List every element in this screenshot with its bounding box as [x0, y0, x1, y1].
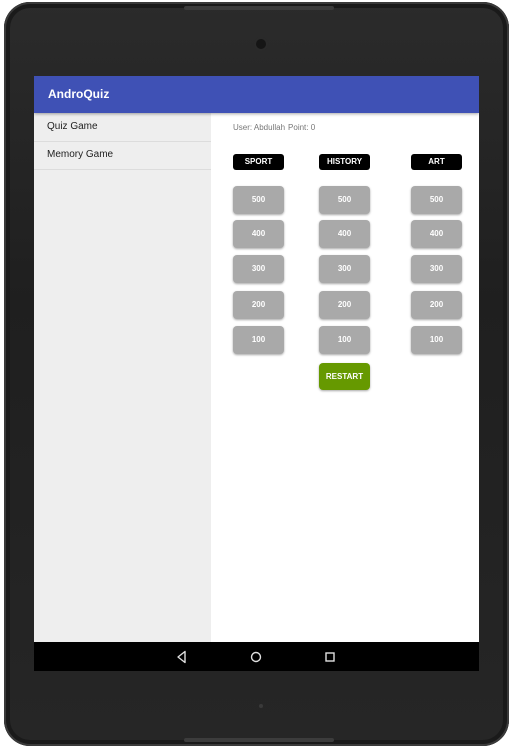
home-icon[interactable]	[248, 649, 264, 665]
nav-item-quiz-game[interactable]: Quiz Game	[34, 113, 211, 142]
quiz-board: User: Abdullah Point: 0 SPORT HISTORY ART…	[211, 113, 479, 642]
recents-icon[interactable]	[322, 649, 338, 665]
history-300-button[interactable]: 300	[319, 255, 370, 283]
user-name: User: Abdullah	[233, 123, 286, 132]
art-200-button[interactable]: 200	[411, 291, 462, 319]
sport-100-button[interactable]: 100	[233, 326, 284, 354]
device-screen: AndroQuiz Quiz Game Memory Game User: Ab…	[34, 76, 479, 671]
front-camera-icon	[256, 39, 266, 49]
art-400-button[interactable]: 400	[411, 220, 462, 248]
history-100-button[interactable]: 100	[319, 326, 370, 354]
sport-400-button[interactable]: 400	[233, 220, 284, 248]
history-400-button[interactable]: 400	[319, 220, 370, 248]
history-200-button[interactable]: 200	[319, 291, 370, 319]
sport-500-button[interactable]: 500	[233, 186, 284, 214]
tablet-top-edge	[184, 6, 334, 10]
back-icon[interactable]	[174, 649, 190, 665]
art-300-button[interactable]: 300	[411, 255, 462, 283]
sensor-icon	[259, 704, 263, 708]
system-navigation-bar	[34, 642, 479, 671]
sport-300-button[interactable]: 300	[233, 255, 284, 283]
navigation-drawer: Quiz Game Memory Game	[34, 113, 211, 642]
category-art: ART	[411, 154, 462, 170]
user-points: Point: 0	[288, 123, 316, 132]
art-100-button[interactable]: 100	[411, 326, 462, 354]
nav-item-label: Memory Game	[47, 149, 114, 160]
category-sport: SPORT	[233, 154, 284, 170]
history-500-button[interactable]: 500	[319, 186, 370, 214]
user-status: User: Abdullah Point: 0	[233, 123, 315, 132]
tablet-bottom-edge	[184, 738, 334, 742]
restart-button[interactable]: RESTART	[319, 363, 370, 390]
art-500-button[interactable]: 500	[411, 186, 462, 214]
app-title: AndroQuiz	[48, 87, 110, 101]
sport-200-button[interactable]: 200	[233, 291, 284, 319]
app-bar: AndroQuiz	[34, 76, 479, 113]
category-history: HISTORY	[319, 154, 370, 170]
nav-item-label: Quiz Game	[47, 121, 98, 132]
nav-item-memory-game[interactable]: Memory Game	[34, 141, 211, 170]
